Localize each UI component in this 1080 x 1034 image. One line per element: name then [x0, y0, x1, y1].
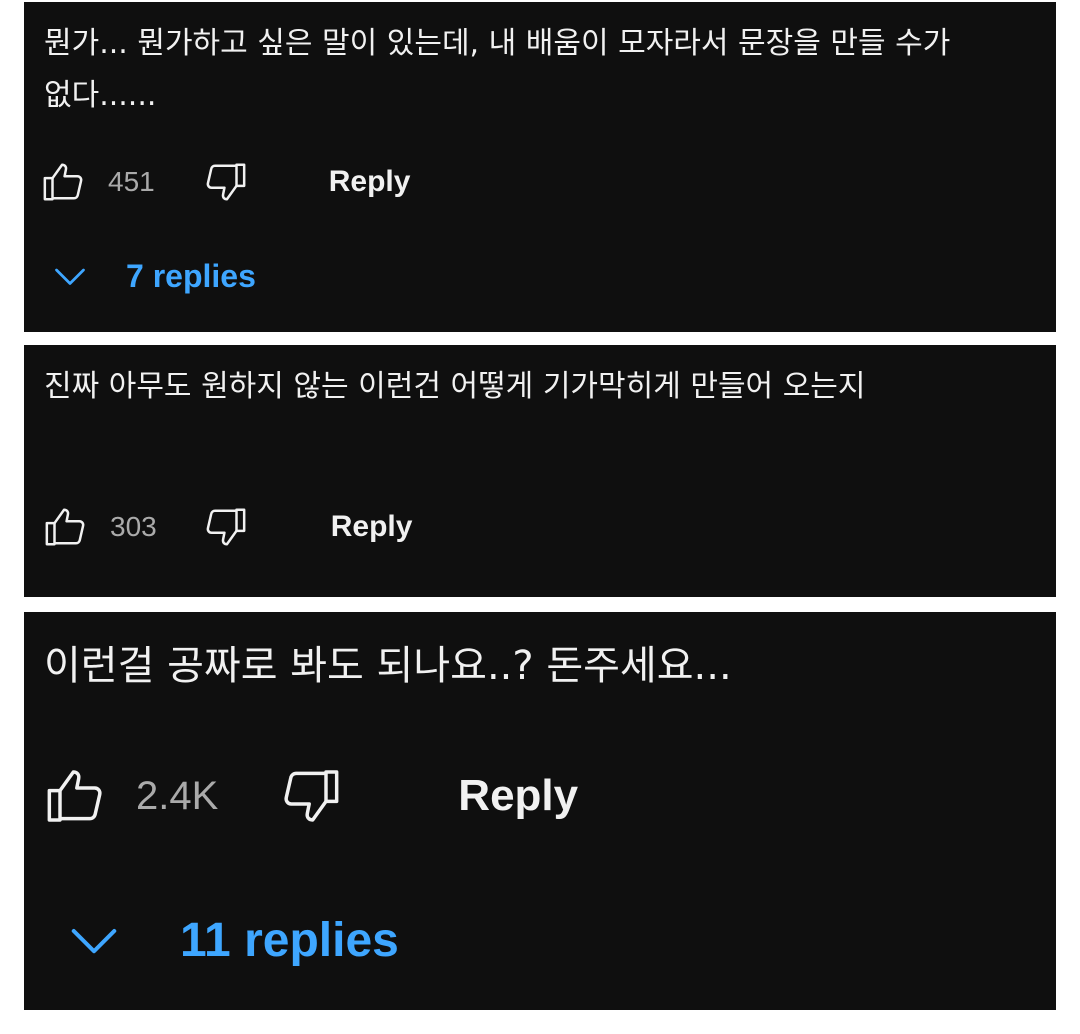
- replies-count-label: 7 replies: [126, 257, 256, 294]
- comment-text: 이런걸 공짜로 봐도 되나요..? 돈주세요...: [44, 643, 732, 689]
- like-count: 303: [110, 511, 157, 542]
- replies-count-label: 11 replies: [180, 913, 399, 967]
- thumbs-down-icon[interactable]: [274, 760, 346, 832]
- like-count: 2.4K: [136, 773, 219, 818]
- comment-actions: 303 Reply: [40, 501, 412, 553]
- thumbs-down-icon[interactable]: [199, 156, 251, 208]
- chevron-down-icon: [50, 256, 90, 296]
- thumbs-down-icon[interactable]: [199, 501, 251, 553]
- comment-card: 진짜 아무도 원하지 않는 이런건 어떻게 기가막히게 만들어 오는지 303 …: [24, 345, 1056, 597]
- thumbs-up-icon[interactable]: [38, 156, 90, 208]
- reply-button[interactable]: Reply: [331, 510, 413, 544]
- view-replies-button[interactable]: 11 replies: [64, 908, 399, 972]
- chevron-down-icon: [64, 912, 124, 968]
- thumbs-up-icon[interactable]: [40, 760, 112, 832]
- reply-button[interactable]: Reply: [458, 771, 578, 821]
- comment-actions: 451 Reply: [38, 156, 410, 208]
- thumbs-up-icon[interactable]: [40, 501, 92, 553]
- comment-card: 이런걸 공짜로 봐도 되나요..? 돈주세요... 2.4K Reply 11 …: [24, 612, 1056, 1010]
- view-replies-button[interactable]: 7 replies: [50, 252, 256, 300]
- comment-text: 뭔가... 뭔가하고 싶은 말이 있는데, 내 배움이 모자라서 문장을 만들 …: [44, 26, 951, 113]
- comment-actions: 2.4K Reply: [40, 760, 578, 832]
- like-count: 451: [108, 166, 155, 197]
- comment-card: 뭔가... 뭔가하고 싶은 말이 있는데, 내 배움이 모자라서 문장을 만들 …: [24, 2, 1056, 332]
- reply-button[interactable]: Reply: [329, 165, 411, 199]
- comment-text: 진짜 아무도 원하지 않는 이런건 어떻게 기가막히게 만들어 오는지: [44, 369, 866, 404]
